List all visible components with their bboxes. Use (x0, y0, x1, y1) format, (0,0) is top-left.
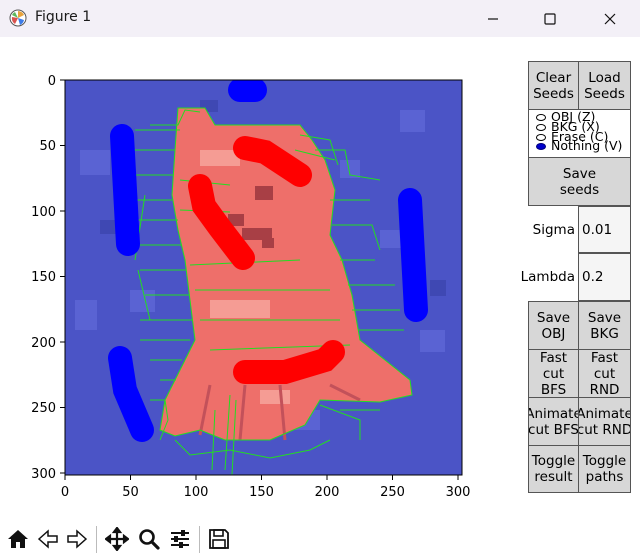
x-tick-label: 50 (122, 485, 139, 500)
close-icon (604, 13, 616, 24)
save-icon (209, 529, 229, 549)
maximize-icon (544, 12, 556, 25)
home-button[interactable] (3, 524, 33, 554)
animate-cut-rnd-button[interactable]: Animate cut RND (578, 397, 631, 446)
y-tick-label: 100 (31, 205, 56, 220)
lambda-input[interactable]: 0.2 (578, 253, 631, 301)
save-seeds-button[interactable]: Save seeds (528, 157, 631, 206)
clear-seeds-button[interactable]: Clear Seeds (528, 61, 579, 110)
y-tick-label: 200 (31, 336, 56, 351)
toggle-paths-button[interactable]: Toggle paths (578, 445, 631, 493)
y-tick-label: 300 (31, 467, 56, 482)
radio-dot-bkg[interactable] (536, 123, 546, 131)
load-seeds-button[interactable]: Load Seeds (578, 61, 631, 110)
animate-cut-bfs-button[interactable]: Animate cut BFS (528, 397, 579, 446)
home-icon (8, 530, 28, 548)
x-tick-label: 200 (315, 485, 340, 500)
close-button[interactable] (587, 0, 633, 37)
x-tick-label: 300 (446, 485, 471, 500)
maximize-button[interactable] (527, 0, 573, 37)
window-title: Figure 1 (35, 9, 92, 25)
title-bar: Figure 1 (0, 0, 640, 37)
save-figure-button[interactable] (204, 524, 234, 554)
radio-nothing[interactable]: Nothing (V) (536, 138, 623, 153)
fast-cut-rnd-button[interactable]: Fast cut RND (578, 349, 631, 398)
toolbar-separator (199, 526, 200, 553)
radio-dot-nothing[interactable] (536, 142, 546, 150)
pan-button[interactable] (102, 524, 132, 554)
y-tick-label: 50 (39, 139, 56, 154)
back-button[interactable] (33, 524, 63, 554)
x-tick-label: 150 (249, 485, 274, 500)
zoom-icon (139, 529, 160, 550)
sigma-label: Sigma (528, 206, 578, 253)
navigation-toolbar (0, 519, 640, 559)
seed-mode-radio: OBJ (Z) BKG (X) Erase (C) Nothing (V) (528, 110, 631, 158)
save-obj-button[interactable]: Save OBJ (528, 301, 579, 350)
lambda-label: Lambda (521, 253, 578, 301)
sigma-input[interactable]: 0.01 (578, 206, 631, 253)
matplotlib-icon (9, 9, 27, 27)
y-ticks (60, 79, 65, 474)
x-ticks (64, 475, 459, 480)
zoom-button[interactable] (134, 524, 164, 554)
x-tick-label: 250 (380, 485, 405, 500)
minimize-icon (488, 17, 498, 20)
image-plot[interactable]: 0 50 100 150 200 250 300 0 50 100 150 20… (0, 37, 520, 515)
toolbar-separator (96, 526, 97, 553)
configure-subplots-button[interactable] (165, 524, 195, 554)
forward-button[interactable] (62, 524, 92, 554)
toggle-result-button[interactable]: Toggle result (528, 445, 579, 493)
radio-nothing-label: Nothing (V) (551, 138, 623, 153)
fast-cut-bfs-button[interactable]: Fast cut BFS (528, 349, 579, 398)
y-tick-label: 150 (31, 270, 56, 285)
radio-dot-obj[interactable] (536, 113, 546, 121)
y-tick-label: 250 (31, 401, 56, 416)
save-bkg-button[interactable]: Save BKG (578, 301, 631, 350)
back-icon (37, 529, 58, 549)
configure-subplots-icon (171, 530, 189, 548)
x-tick-label: 100 (184, 485, 209, 500)
y-tick-label: 0 (48, 74, 56, 89)
forward-icon (67, 529, 88, 549)
minimize-button[interactable] (470, 0, 516, 37)
pan-icon (105, 527, 129, 551)
x-tick-label: 0 (61, 485, 69, 500)
